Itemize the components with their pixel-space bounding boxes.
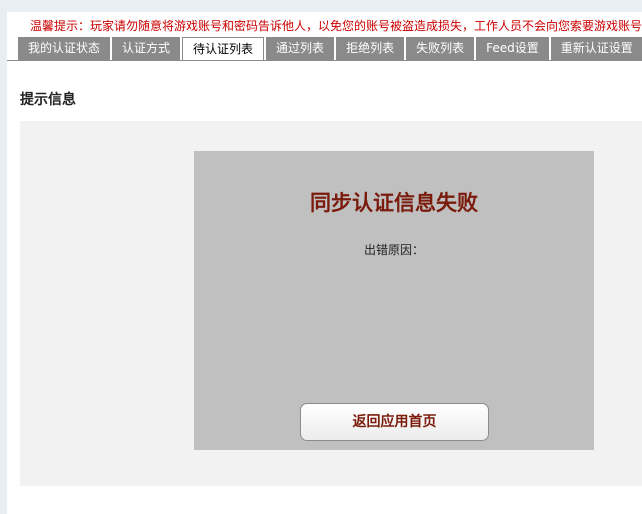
dialog-title: 同步认证信息失败 [310, 191, 478, 215]
tab-rejected-list[interactable]: 拒绝列表 [336, 37, 405, 60]
tab-pending-list[interactable]: 待认证列表 [182, 37, 265, 61]
section-title: 提示信息 [20, 92, 76, 108]
tab-bar: 我的认证状态 认证方式 待认证列表 通过列表 拒绝列表 失败列表 Feed设置 … [18, 37, 642, 61]
tab-reauth-settings[interactable]: 重新认证设置 [550, 37, 642, 60]
tab-my-status[interactable]: 我的认证状态 [18, 37, 111, 60]
tab-underline [7, 60, 642, 61]
tab-failed-list[interactable]: 失败列表 [406, 37, 475, 60]
tab-approved-list[interactable]: 通过列表 [266, 37, 335, 60]
warning-notice: 温馨提示：玩家请勿随意将游戏账号和密码告诉他人，以免您的账号被盗造成损失，工作人… [30, 19, 642, 33]
tab-feed-settings[interactable]: Feed设置 [476, 37, 549, 60]
return-home-button[interactable]: 返回应用首页 [300, 403, 489, 441]
tab-auth-method[interactable]: 认证方式 [112, 37, 181, 60]
error-dialog: 同步认证信息失败 出错原因： 返回应用首页 [194, 151, 594, 450]
left-rail [0, 12, 7, 514]
top-strip [0, 0, 642, 12]
error-reason-label: 出错原因： [363, 243, 424, 257]
